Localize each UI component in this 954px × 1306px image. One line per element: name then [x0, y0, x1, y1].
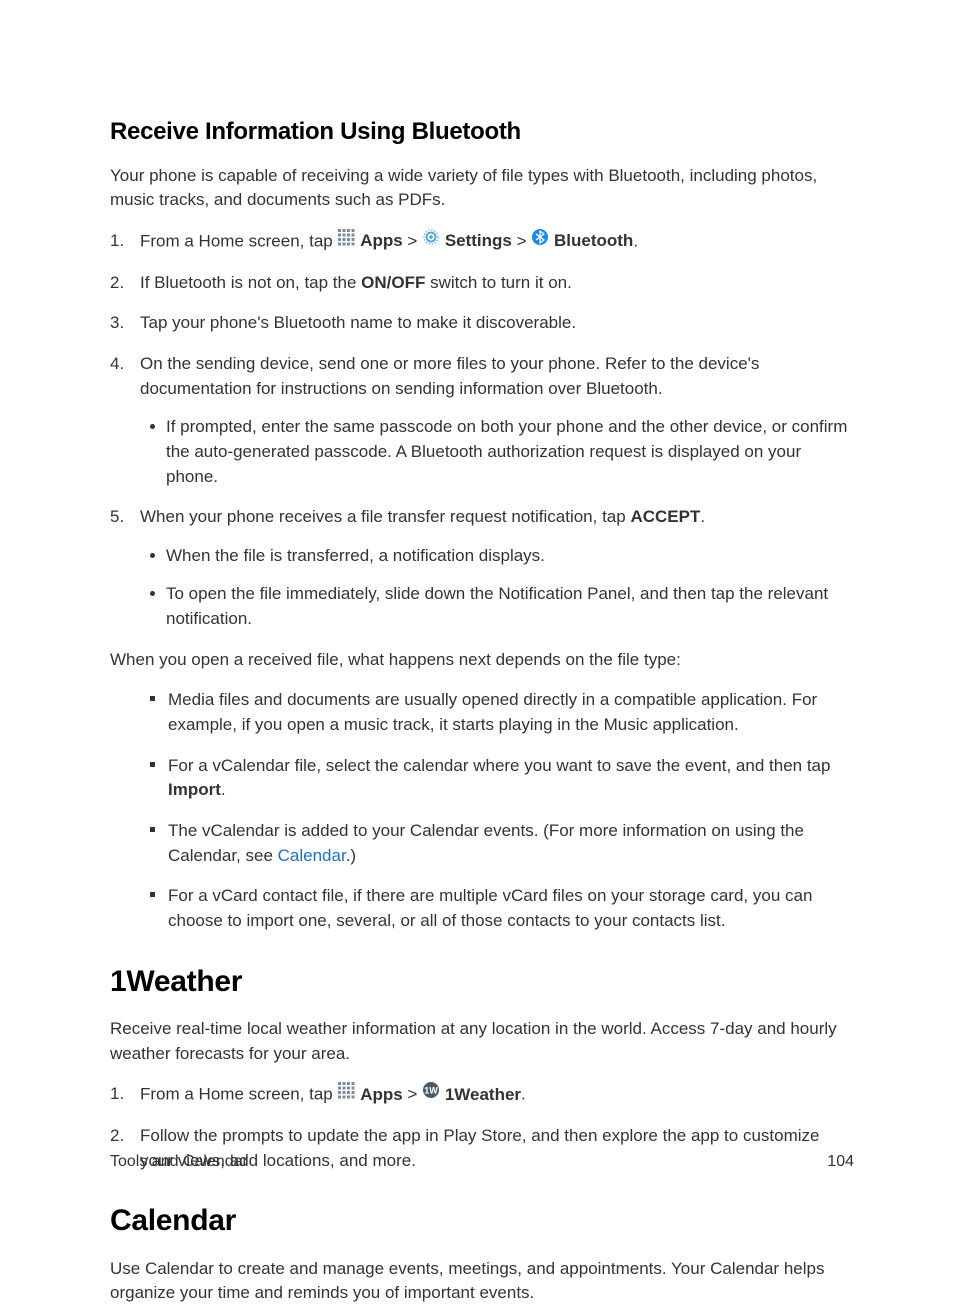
wstep1-text-a: From a Home screen, tap — [140, 1085, 337, 1104]
wperiod: . — [521, 1085, 526, 1104]
list-item: For a vCalendar file, select the calenda… — [138, 754, 854, 803]
apps-label: Apps — [360, 1085, 403, 1104]
paragraph-bt-intro: Your phone is capable of receiving a wid… — [110, 164, 854, 213]
onoff-label: ON/OFF — [361, 273, 425, 292]
sq2-text: For a vCalendar file, select the calenda… — [168, 756, 830, 775]
step1-text-a: From a Home screen, tap — [140, 231, 337, 250]
import-label: Import — [168, 780, 221, 799]
oneweather-icon: 1W — [422, 1081, 440, 1107]
bluetooth-icon — [531, 228, 549, 254]
footer-section: Tools and Calendar — [110, 1150, 248, 1173]
sep1: > — [403, 231, 422, 250]
oneweather-label: 1Weather — [445, 1085, 521, 1104]
sq2-period: . — [221, 780, 226, 799]
paragraph-open-file: When you open a received file, what happ… — [110, 648, 854, 673]
step4-sublist: If prompted, enter the same passcode on … — [140, 415, 854, 489]
apps-grid-icon — [337, 228, 355, 254]
step5-sub1: When the file is transferred, a notifica… — [140, 544, 854, 569]
list-item: For a vCard contact file, if there are m… — [138, 884, 854, 933]
heading-calendar: Calendar — [110, 1199, 854, 1243]
svg-text:1W: 1W — [424, 1086, 438, 1096]
step2-text-a: If Bluetooth is not on, tap the — [140, 273, 361, 292]
page-footer: Tools and Calendar 104 — [110, 1150, 854, 1173]
step-2: If Bluetooth is not on, tap the ON/OFF s… — [110, 271, 854, 296]
apps-grid-icon — [337, 1081, 355, 1107]
period5: . — [700, 507, 705, 526]
steps-bluetooth: From a Home screen, tap Apps > Settings … — [110, 229, 854, 632]
step5-text-a: When your phone receives a file transfer… — [140, 507, 630, 526]
step4-text: On the sending device, send one or more … — [140, 354, 759, 398]
step5-sublist: When the file is transferred, a notifica… — [140, 544, 854, 632]
accept-label: ACCEPT — [630, 507, 700, 526]
apps-label: Apps — [360, 231, 403, 250]
bluetooth-label: Bluetooth — [554, 231, 633, 250]
step5-sub2: To open the file immediately, slide down… — [140, 582, 854, 631]
file-type-list: Media files and documents are usually op… — [138, 688, 854, 933]
list-item: The vCalendar is added to your Calendar … — [138, 819, 854, 868]
list-item: Media files and documents are usually op… — [138, 688, 854, 737]
step-3: Tap your phone's Bluetooth name to make … — [110, 311, 854, 336]
sq3-text-b: .) — [346, 846, 356, 865]
paragraph-weather: Receive real-time local weather informat… — [110, 1017, 854, 1066]
period1: . — [633, 231, 638, 250]
settings-label: Settings — [445, 231, 512, 250]
calendar-link[interactable]: Calendar — [278, 846, 346, 865]
wsep: > — [403, 1085, 422, 1104]
w-step-1: From a Home screen, tap Apps > 1W 1Weath… — [110, 1082, 854, 1108]
step-4: On the sending device, send one or more … — [110, 352, 854, 489]
paragraph-calendar: Use Calendar to create and manage events… — [110, 1257, 854, 1306]
step2-text-b: switch to turn it on. — [425, 273, 571, 292]
step4-sub1: If prompted, enter the same passcode on … — [140, 415, 854, 489]
step-5: When your phone receives a file transfer… — [110, 505, 854, 632]
step-1: From a Home screen, tap Apps > Settings … — [110, 229, 854, 255]
sq3-text-a: The vCalendar is added to your Calendar … — [168, 821, 804, 865]
heading-1weather: 1Weather — [110, 960, 854, 1004]
page-number: 104 — [827, 1150, 854, 1173]
heading-receive-bluetooth: Receive Information Using Bluetooth — [110, 115, 854, 150]
settings-gear-icon — [422, 228, 440, 254]
sep2: > — [512, 231, 531, 250]
